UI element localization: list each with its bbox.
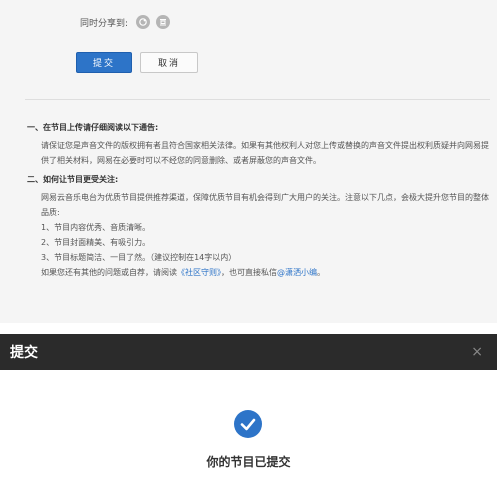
notice-item: 1、节目内容优秀、音质清晰。 bbox=[41, 223, 151, 232]
notice-intro-2: 网易云音乐电台为优质节目提供推荐渠道，保障优质节目有机会得到广大用户的关注。注意… bbox=[41, 193, 489, 217]
upload-page: 同时分享到: 提交 取消 一、在节目上传请仔细阅读以下通告: 请保证您是声音文件… bbox=[0, 0, 497, 323]
notice-heading-1: 一、在节目上传请仔细阅读以下通告: bbox=[27, 123, 159, 132]
editor-link[interactable]: @潇洒小编 bbox=[277, 268, 317, 277]
notice-footer: 如果您还有其他的问题或自荐，请阅读《社区守则》，也可直接私信@潇洒小编。 bbox=[27, 265, 489, 280]
submit-dialog: 提交 × 你的节目已提交 bbox=[0, 334, 497, 485]
divider bbox=[25, 99, 490, 100]
weibo-icon[interactable] bbox=[136, 15, 151, 29]
dialog-title: 提交 bbox=[10, 345, 38, 361]
form-buttons: 提交 取消 bbox=[76, 52, 198, 73]
notice-heading-2: 二、如何让节目更受关注: bbox=[27, 175, 119, 184]
notice-footer-prefix: 如果您还有其他的问题或自荐，请阅读 bbox=[41, 268, 177, 277]
notice-item: 2、节目封面精美、有吸引力。 bbox=[41, 238, 151, 247]
check-circle-icon bbox=[234, 410, 262, 438]
dialog-message: 你的节目已提交 bbox=[206, 455, 291, 469]
notice-footer-mid: ，也可直接私信 bbox=[221, 268, 277, 277]
notice-body-1: 请保证您是声音文件的版权拥有者且符合国家相关法律。如果有其他权利人对您上传或替换… bbox=[41, 141, 489, 165]
community-rules-link[interactable]: 《社区守则》 bbox=[177, 268, 221, 277]
dialog-body: 你的节目已提交 bbox=[0, 370, 497, 485]
share-label: 同时分享到: bbox=[80, 18, 129, 29]
douban-icon[interactable] bbox=[156, 15, 171, 29]
upload-notice: 一、在节目上传请仔细阅读以下通告: 请保证您是声音文件的版权拥有者且符合国家相关… bbox=[27, 120, 489, 280]
cancel-button[interactable]: 取消 bbox=[140, 52, 198, 73]
notice-footer-suffix: 。 bbox=[317, 268, 325, 277]
dialog-header: 提交 × bbox=[0, 334, 497, 370]
notice-item: 3、节目标题简洁、一目了然。（建议控制在14字以内） bbox=[41, 253, 237, 262]
submit-button[interactable]: 提交 bbox=[76, 52, 132, 73]
close-icon[interactable]: × bbox=[471, 344, 483, 360]
share-row: 同时分享到: bbox=[80, 12, 171, 32]
